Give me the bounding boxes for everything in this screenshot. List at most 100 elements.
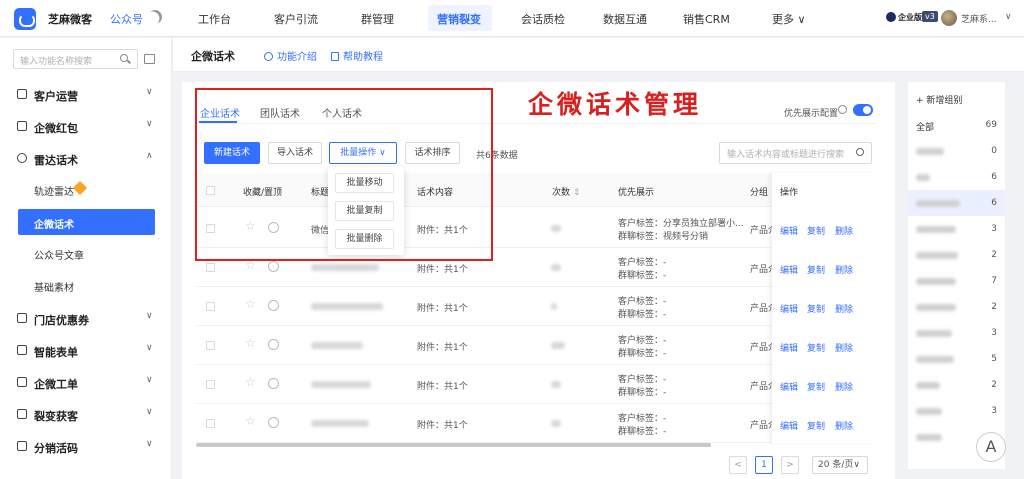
edit-button[interactable]: 编辑 (780, 263, 798, 276)
search-icon[interactable] (120, 54, 128, 62)
search-icon[interactable] (856, 148, 864, 156)
sidebar-group-red-packet[interactable]: 企微红包 ∨ (0, 112, 172, 142)
user-avatar[interactable] (941, 10, 957, 26)
col-header-count[interactable]: 次数 ⇕ (552, 185, 580, 198)
group-list-item[interactable]: 6 (908, 164, 1005, 190)
priority-config-toggle[interactable] (853, 104, 873, 116)
row-customer-tag: 客户标签：- (618, 414, 667, 424)
row-checkbox[interactable] (206, 302, 215, 311)
help-tutorial-link[interactable]: 帮助教程 (331, 48, 383, 63)
row-checkbox[interactable] (206, 263, 215, 272)
row-count-blurred (551, 420, 561, 427)
copy-button[interactable]: 复制 (807, 224, 825, 237)
group-list-item[interactable]: 6 (908, 190, 1005, 216)
pin-top-icon[interactable] (268, 261, 279, 272)
group-name-blurred (916, 148, 944, 155)
nav-marketing-fission[interactable]: 营销裂变 (437, 11, 481, 27)
nav-sales-crm[interactable]: 销售CRM (683, 11, 730, 27)
sidebar-group-work-order[interactable]: 企微工单 ∨ (0, 368, 172, 398)
nav-session-inspection[interactable]: 会话质检 (521, 11, 565, 27)
help-icon[interactable] (838, 105, 847, 114)
copy-button[interactable]: 复制 (807, 302, 825, 315)
nav-customer-acquisition[interactable]: 客户引流 (274, 11, 318, 27)
distribution-icon (17, 441, 27, 451)
sidebar-item-basic-material[interactable]: 基础素材 (0, 272, 172, 298)
user-chevron-icon[interactable]: ∨ (1005, 12, 1012, 22)
group-name-blurred (916, 278, 956, 285)
group-list-item[interactable]: 2 (908, 242, 1005, 268)
copy-button[interactable]: 复制 (807, 419, 825, 432)
copy-button[interactable]: 复制 (807, 263, 825, 276)
group-count: 6 (991, 198, 997, 208)
group-name-blurred (916, 382, 940, 389)
group-list-item[interactable]: 2 (908, 372, 1005, 398)
row-checkbox[interactable] (206, 419, 215, 428)
copy-button[interactable]: 复制 (807, 380, 825, 393)
pin-top-icon[interactable] (268, 339, 279, 350)
group-list-item[interactable]: 3 (908, 398, 1005, 424)
edit-button[interactable]: 编辑 (780, 302, 798, 315)
delete-button[interactable]: 删除 (835, 380, 853, 393)
sidebar-group-distribution-code[interactable]: 分销活码 ∨ (0, 432, 172, 462)
favorite-star-icon[interactable]: ☆ (245, 297, 256, 311)
edit-button[interactable]: 编辑 (780, 380, 798, 393)
row-customer-tag: 客户标签：- (618, 336, 667, 346)
group-list-item[interactable]: 3 (908, 216, 1005, 242)
edit-button[interactable]: 编辑 (780, 419, 798, 432)
nav-group-management[interactable]: 群管理 (361, 11, 394, 27)
pin-top-icon[interactable] (268, 417, 279, 428)
group-list-item[interactable]: 5 (908, 346, 1005, 372)
sidebar-group-smart-form[interactable]: 智能表单 ∨ (0, 336, 172, 366)
chevron-down-icon: ∨ (146, 439, 153, 449)
copy-button[interactable]: 复制 (807, 341, 825, 354)
row-checkbox[interactable] (206, 341, 215, 350)
pin-top-icon[interactable] (268, 300, 279, 311)
feature-intro-link[interactable]: 功能介绍 (264, 48, 317, 63)
sidebar-group-store-coupon[interactable]: 门店优惠券 ∨ (0, 304, 172, 334)
sidebar-group-radar-script[interactable]: 雷达话术 ∧ (0, 144, 172, 174)
nav-more[interactable]: 更多 ∨ (772, 11, 806, 27)
official-account-link[interactable]: 公众号 (110, 11, 143, 27)
float-assistant-button[interactable]: A (976, 432, 1006, 462)
delete-button[interactable]: 删除 (835, 341, 853, 354)
group-list-item[interactable]: 3 (908, 320, 1005, 346)
prev-page-button[interactable]: < (729, 456, 747, 474)
delete-button[interactable]: 删除 (835, 263, 853, 276)
delete-button[interactable]: 删除 (835, 419, 853, 432)
group-name-blurred (916, 226, 956, 233)
page-1-button[interactable]: 1 (755, 456, 773, 474)
sidebar-group-fission[interactable]: 裂变获客 ∨ (0, 400, 172, 430)
layout-toggle-icon[interactable] (144, 54, 155, 64)
delete-button[interactable]: 删除 (835, 302, 853, 315)
add-group-button[interactable]: + 新增组别 (916, 93, 962, 106)
favorite-star-icon[interactable]: ☆ (245, 375, 256, 389)
chevron-down-icon: ∨ (146, 87, 153, 97)
sidebar-item-mp-article[interactable]: 公众号文章 (0, 240, 172, 266)
favorite-star-icon[interactable]: ☆ (245, 414, 256, 428)
group-list-item[interactable]: 7 (908, 268, 1005, 294)
row-checkbox[interactable] (206, 380, 215, 389)
group-count: 3 (991, 328, 997, 338)
group-list-item[interactable]: 全部 69 (908, 112, 1005, 138)
nav-data-interop[interactable]: 数据互通 (603, 11, 647, 27)
delete-button[interactable]: 删除 (835, 224, 853, 237)
sidebar-item-wecom-script[interactable]: 企微话术 (18, 209, 155, 235)
sidebar-group-customer-ops[interactable]: 客户运营 ∨ (0, 80, 172, 110)
pin-top-icon[interactable] (268, 378, 279, 389)
group-name-blurred (916, 304, 956, 311)
info-icon (264, 52, 273, 61)
edit-button[interactable]: 编辑 (780, 341, 798, 354)
user-name[interactable]: 芝麻系... (961, 12, 997, 25)
favorite-star-icon[interactable]: ☆ (245, 336, 256, 350)
next-page-button[interactable]: > (781, 456, 799, 474)
sidebar-group-label: 雷达话术 (34, 154, 78, 167)
row-content: 附件：共1个 (417, 265, 468, 275)
group-list-item[interactable]: 2 (908, 294, 1005, 320)
page-size-select[interactable]: 20 条/页∨ (812, 456, 868, 474)
nav-workbench[interactable]: 工作台 (198, 11, 231, 27)
horizontal-scrollbar[interactable] (196, 443, 711, 447)
edit-button[interactable]: 编辑 (780, 224, 798, 237)
group-list-item[interactable]: 0 (908, 138, 1005, 164)
priority-config-label: 优先展示配置 (784, 109, 839, 119)
app-logo-icon[interactable] (14, 8, 36, 30)
